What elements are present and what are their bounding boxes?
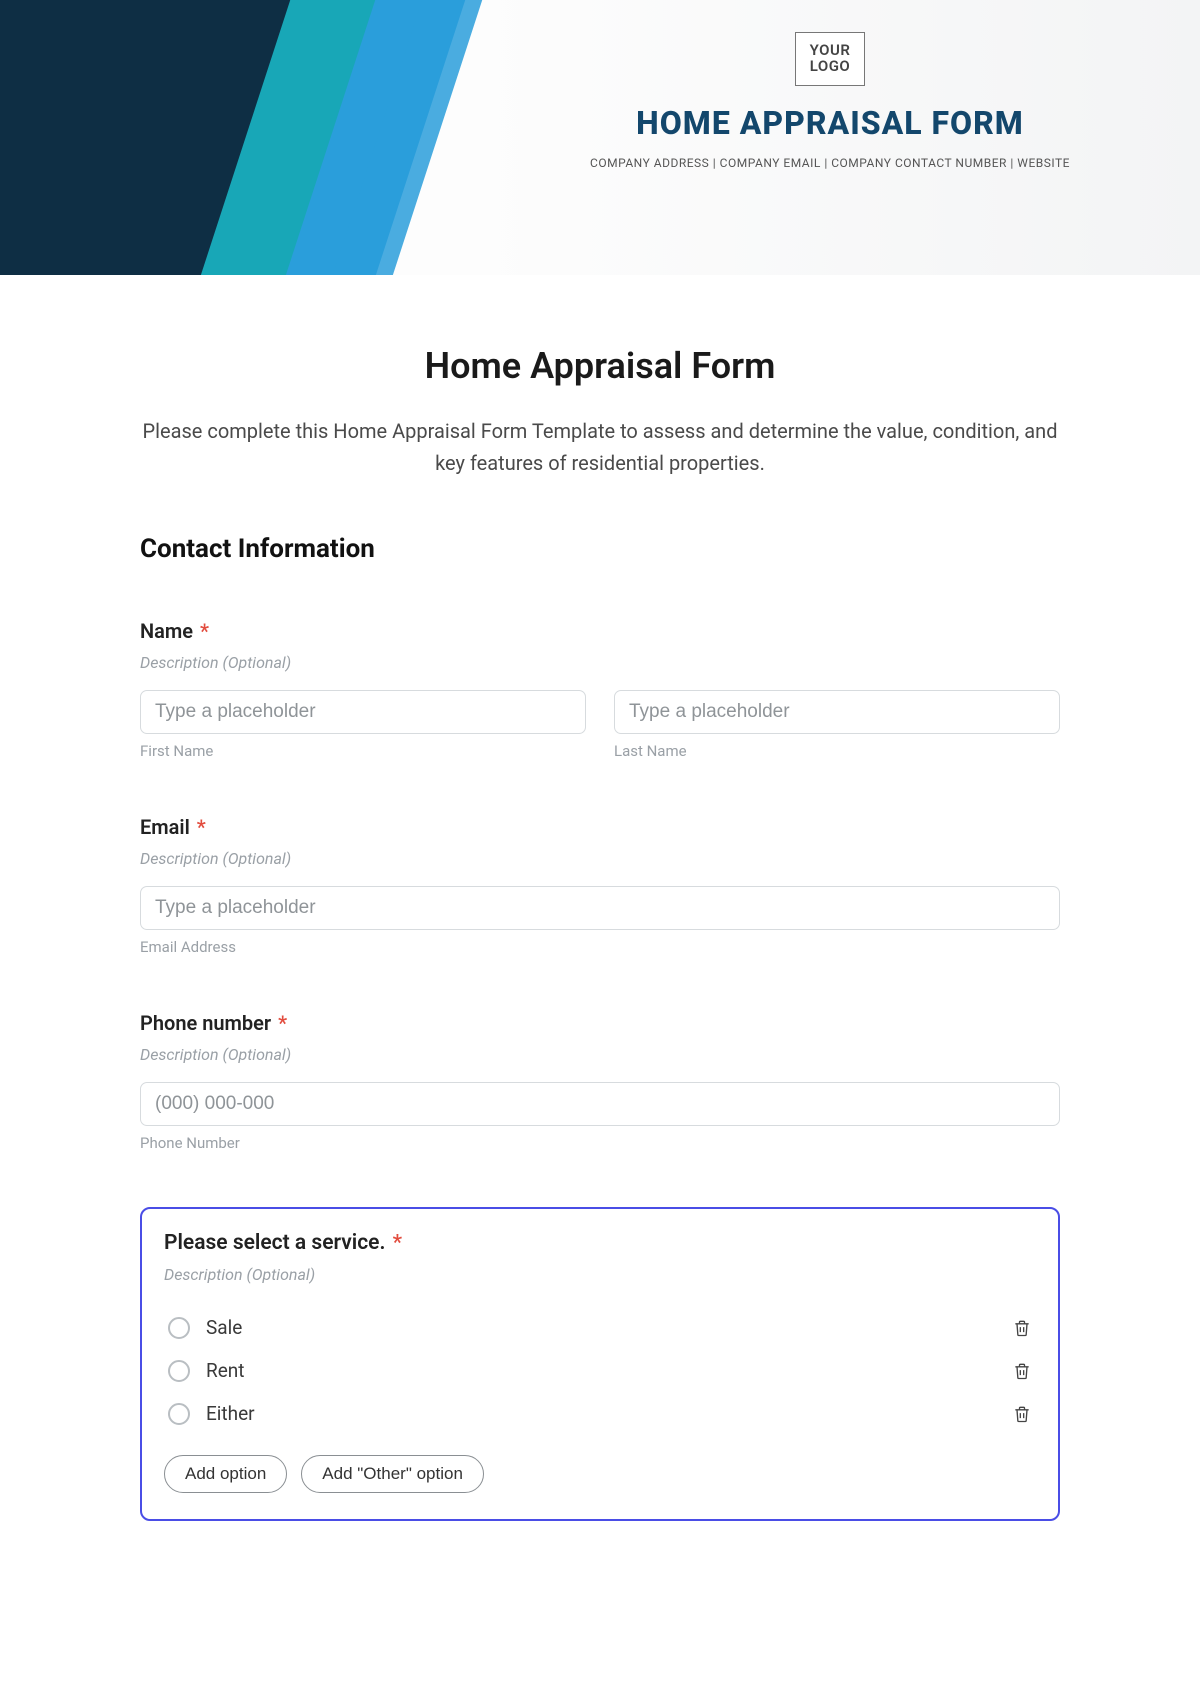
name-sublabel: Description (Optional) (140, 653, 1060, 672)
add-other-option-button[interactable]: Add "Other" option (301, 1455, 484, 1493)
phone-sublabel: Description (Optional) (140, 1045, 1060, 1064)
phone-under: Phone Number (140, 1134, 1060, 1152)
radio-icon[interactable] (168, 1317, 190, 1339)
first-name-input[interactable] (140, 690, 586, 734)
field-service[interactable]: Please select a service. * Description (… (140, 1207, 1060, 1521)
email-label-text: Email (140, 815, 190, 839)
email-input[interactable] (140, 886, 1060, 930)
page-title: Home Appraisal Form (140, 345, 1060, 387)
service-option-label: Sale (206, 1316, 996, 1339)
service-option-rent[interactable]: Rent (164, 1349, 1036, 1392)
email-under: Email Address (140, 938, 1060, 956)
last-name-input[interactable] (614, 690, 1060, 734)
logo-text-line2: LOGO (810, 57, 851, 75)
delete-option-icon[interactable] (1012, 1403, 1032, 1425)
phone-label-text: Phone number (140, 1011, 271, 1035)
header-banner: YOUR LOGO HOME APPRAISAL FORM COMPANY AD… (0, 0, 1200, 275)
service-option-either[interactable]: Either (164, 1392, 1036, 1435)
add-option-button[interactable]: Add option (164, 1455, 287, 1493)
header-subline: COMPANY ADDRESS | COMPANY EMAIL | COMPAN… (520, 156, 1140, 170)
delete-option-icon[interactable] (1012, 1360, 1032, 1382)
header-content: YOUR LOGO HOME APPRAISAL FORM COMPANY AD… (520, 32, 1140, 170)
logo-placeholder: YOUR LOGO (795, 32, 866, 86)
required-mark: * (393, 1231, 402, 1255)
phone-input[interactable] (140, 1082, 1060, 1126)
header-title: HOME APPRAISAL FORM (520, 104, 1140, 142)
service-options: Sale Rent (164, 1306, 1036, 1435)
last-name-under: Last Name (614, 742, 1060, 760)
field-email: Email * Description (Optional) Email Add… (140, 815, 1060, 956)
page-description: Please complete this Home Appraisal Form… (140, 415, 1060, 479)
phone-label: Phone number * (140, 1011, 1060, 1035)
service-sublabel: Description (Optional) (164, 1265, 1036, 1284)
service-label: Please select a service. * (164, 1231, 1036, 1255)
required-mark: * (200, 619, 209, 643)
email-sublabel: Description (Optional) (140, 849, 1060, 868)
field-phone: Phone number * Description (Optional) Ph… (140, 1011, 1060, 1152)
form-body: Home Appraisal Form Please complete this… (140, 345, 1060, 1521)
name-label-text: Name (140, 619, 193, 643)
service-option-label: Either (206, 1402, 996, 1425)
radio-icon[interactable] (168, 1360, 190, 1382)
email-label: Email * (140, 815, 1060, 839)
radio-icon[interactable] (168, 1403, 190, 1425)
service-option-sale[interactable]: Sale (164, 1306, 1036, 1349)
first-name-under: First Name (140, 742, 586, 760)
name-label: Name * (140, 619, 1060, 643)
section-contact-heading: Contact Information (140, 534, 1060, 564)
delete-option-icon[interactable] (1012, 1317, 1032, 1339)
required-mark: * (197, 815, 206, 839)
service-label-text: Please select a service. (164, 1231, 385, 1255)
service-option-label: Rent (206, 1359, 996, 1382)
field-name: Name * Description (Optional) First Name… (140, 619, 1060, 760)
required-mark: * (278, 1011, 287, 1035)
